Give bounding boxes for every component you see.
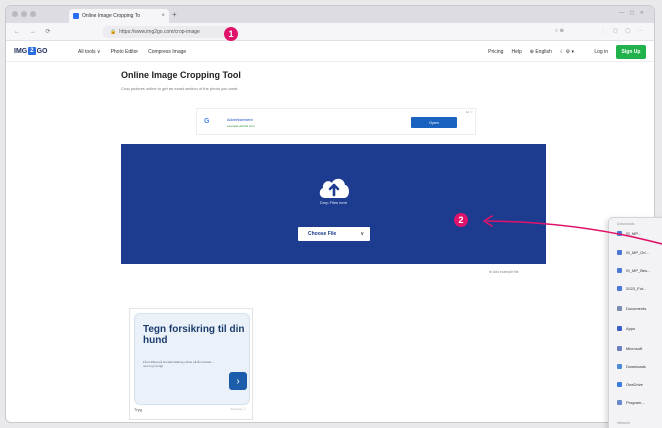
annotation-badge-2: 2	[454, 213, 468, 227]
annotation-arrow	[483, 215, 662, 245]
annotation-badge-1: 1	[224, 27, 238, 41]
